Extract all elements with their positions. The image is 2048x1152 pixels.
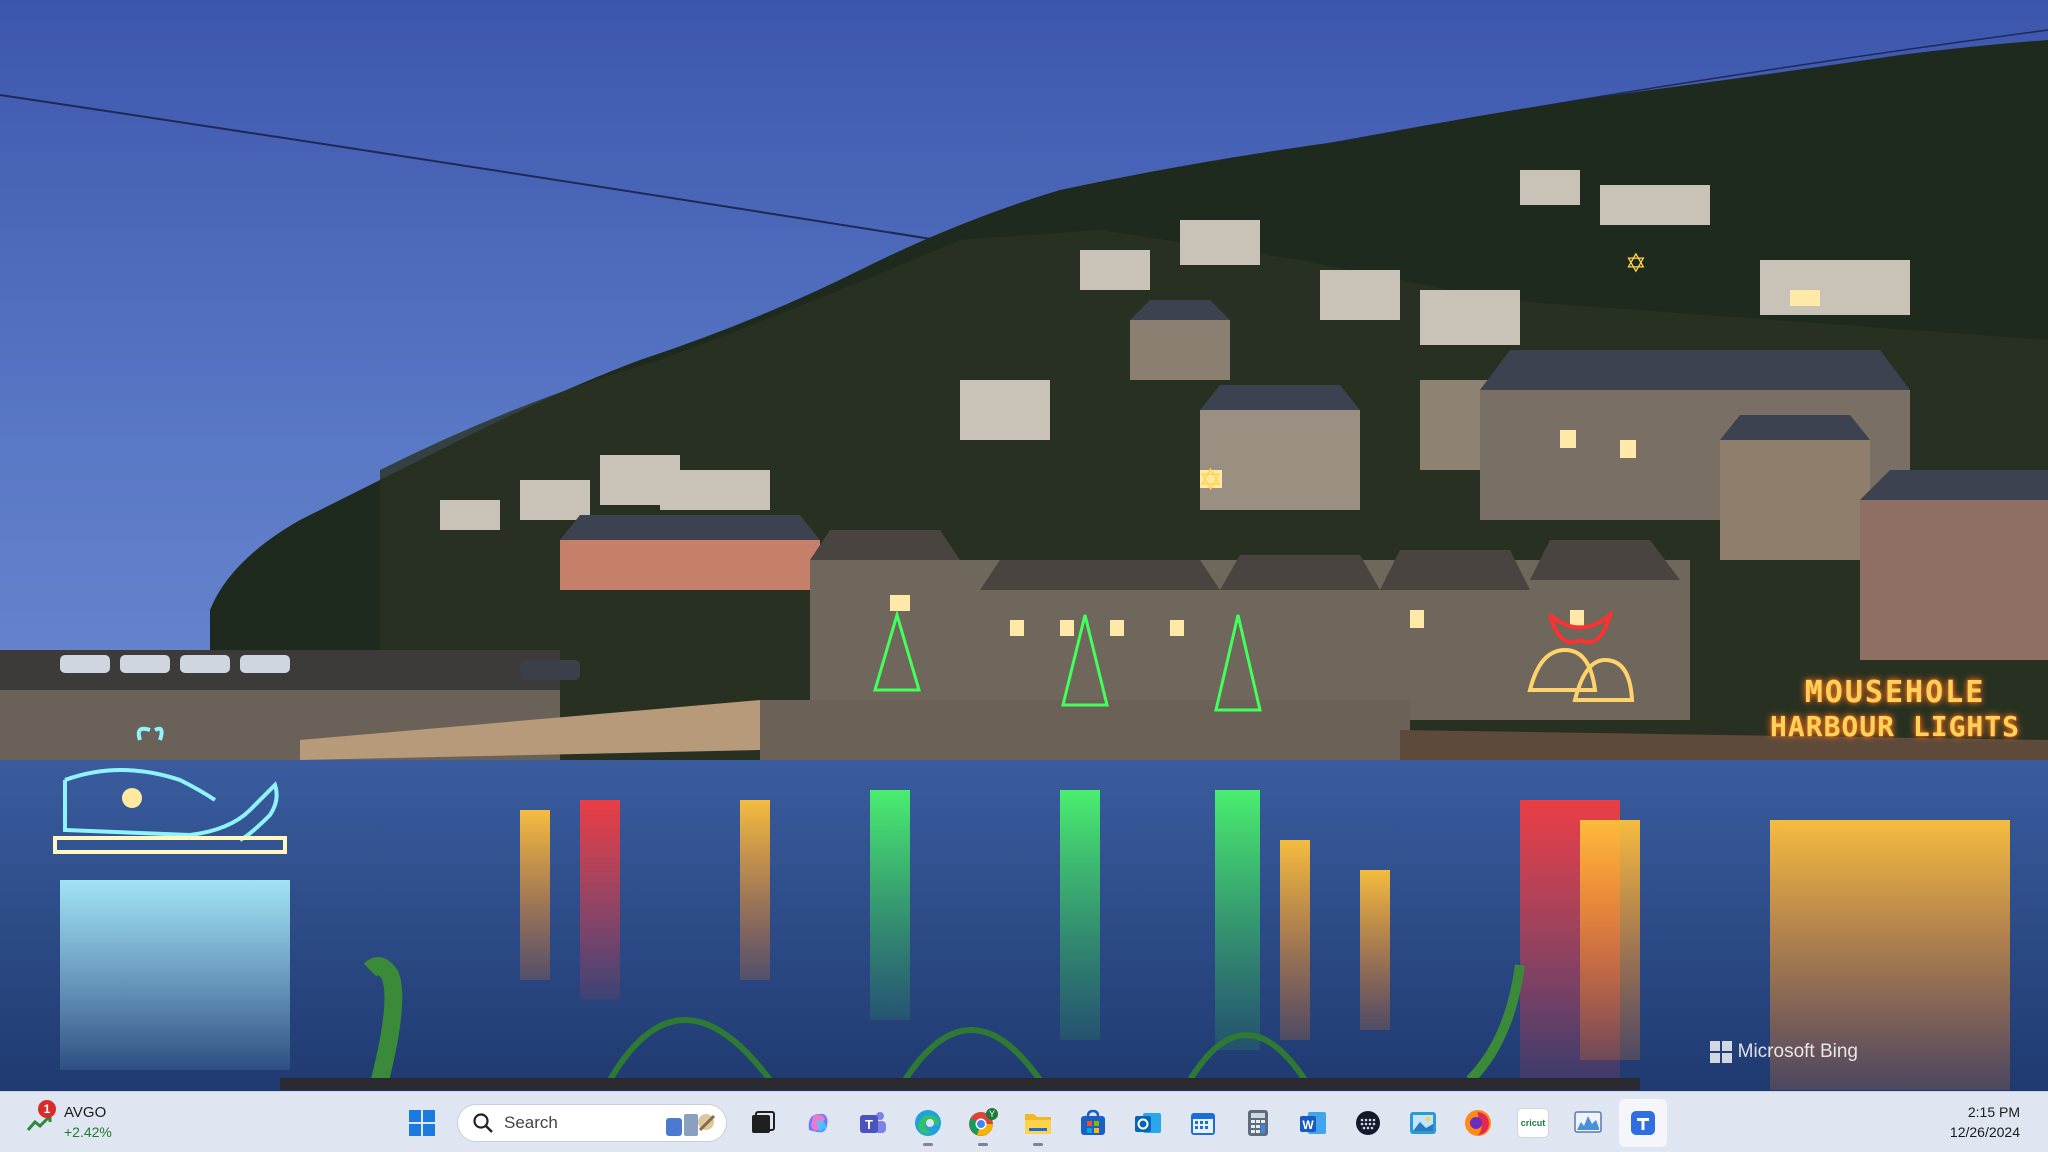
cricut-label: cricut [1520,1118,1546,1128]
chart-app-icon [1574,1111,1602,1133]
search-icon [473,1113,493,1133]
dots-app-button[interactable] [1344,1099,1392,1147]
start-button[interactable] [398,1099,446,1147]
task-view-button[interactable] [739,1099,787,1147]
folder-icon [1025,1114,1051,1134]
chrome-button[interactable]: Y [959,1099,1007,1147]
cricut-icon: cricut [1517,1108,1549,1138]
outlook-button[interactable] [1124,1099,1172,1147]
stock-change: +2.42% [64,1124,112,1140]
calculator-button[interactable] [1234,1099,1282,1147]
bing-logo-icon [1709,1041,1732,1063]
clock-time: 2:15 PM [1967,1104,2020,1120]
stock-ticker: AVGO [64,1104,107,1121]
search-placeholder: Search [504,1113,558,1132]
svg-text:T: T [865,1117,873,1132]
sign-line-2: HARBOUR LIGHTS [1770,710,2021,743]
chrome-icon: Y [969,1108,998,1136]
copilot-icon [808,1114,828,1133]
clock-date: 12/26/2024 [1949,1124,2020,1140]
active-app-button[interactable] [1619,1099,1667,1147]
notification-badge: 1 [38,1100,56,1118]
monitor-button[interactable] [1564,1099,1612,1147]
edge-icon [915,1110,941,1136]
svg-text:✡: ✡ [1198,463,1223,498]
search-highlight-icon [666,1114,716,1136]
sign-line-1: MOUSEHOLE [1804,675,1986,710]
taskbar-apps: Search T Y W cricut [398,1098,1674,1148]
calendar-icon [1191,1113,1215,1135]
taskbar: 1 AVGO +2.42% Search T Y W cricut 2:15 P… [0,1091,2048,1152]
photos-icon [1410,1112,1436,1134]
chrome-profile-badge: Y [989,1109,995,1119]
cricut-button[interactable]: cricut [1509,1099,1557,1147]
task-view-icon [752,1111,775,1133]
desktop-wallpaper: ✡ ✡ MOUSEHOLE HARBOUR LIGHTS Microsoft B… [0,0,2048,1091]
outlook-icon [1135,1113,1161,1133]
calculator-icon [1248,1110,1268,1136]
dots-icon [1356,1111,1380,1135]
teams-button[interactable]: T [849,1099,897,1147]
firefox-icon [1465,1110,1491,1136]
svg-text:W: W [1302,1118,1314,1132]
search-box[interactable]: Search [457,1104,727,1142]
word-icon: W [1300,1112,1326,1134]
bing-watermark[interactable]: Microsoft Bing [1709,1041,1858,1063]
file-explorer-button[interactable] [1014,1099,1062,1147]
photos-button[interactable] [1399,1099,1447,1147]
watermark-label: Microsoft Bing [1737,1041,1858,1062]
shield-app-icon [1631,1111,1655,1135]
store-button[interactable] [1069,1099,1117,1147]
wallpaper-image: ✡ ✡ [0,0,2048,1091]
system-clock[interactable]: 2:15 PM 12/26/2024 [1950,1102,2020,1142]
store-icon [1081,1109,1105,1135]
copilot-button[interactable] [794,1099,842,1147]
harbour-lights-sign: MOUSEHOLE HARBOUR LIGHTS [1770,675,2020,743]
edge-button[interactable] [904,1099,952,1147]
svg-text:✡: ✡ [1625,249,1647,279]
stock-widget[interactable]: 1 AVGO +2.42% [22,1100,142,1146]
calendar-button[interactable] [1179,1099,1227,1147]
windows-logo-icon [409,1110,435,1136]
firefox-button[interactable] [1454,1099,1502,1147]
teams-icon: T [860,1112,886,1133]
word-button[interactable]: W [1289,1099,1337,1147]
